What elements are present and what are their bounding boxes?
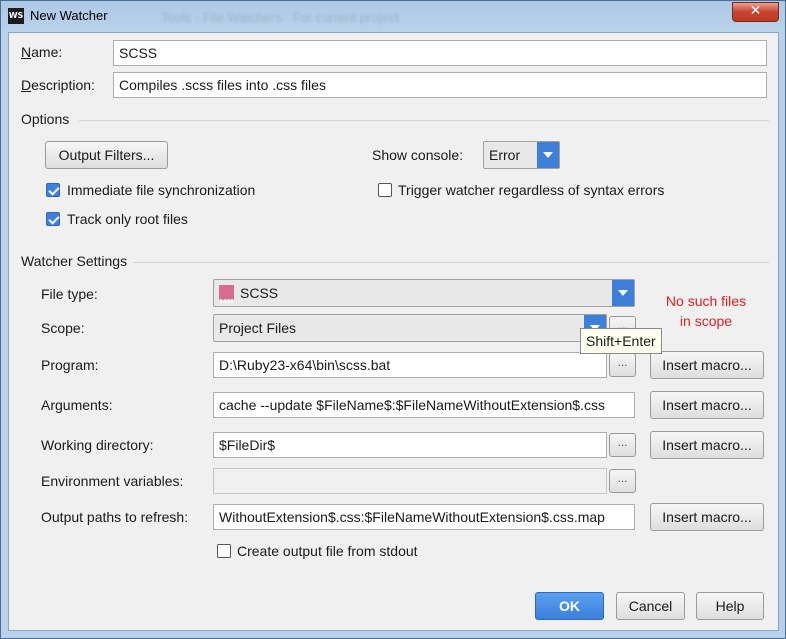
- scope-warning-line2: in scope: [679, 313, 733, 329]
- environment-variables-label: Environment variables:: [41, 473, 184, 489]
- ok-button[interactable]: OK: [535, 592, 604, 620]
- dialog-window: WS New Watcher Tools - File Watchers For…: [0, 0, 786, 639]
- description-input[interactable]: Compiles .scss files into .css files: [113, 72, 767, 98]
- working-directory-label: Working directory:: [41, 437, 154, 453]
- webstorm-app-icon: WS: [8, 8, 24, 24]
- close-button[interactable]: ✕: [732, 2, 779, 22]
- output-filters-button[interactable]: Output Filters...: [45, 141, 168, 169]
- track-root-label: Track only root files: [67, 211, 188, 227]
- scope-warning-line1: No such files: [665, 293, 747, 309]
- arguments-insert-macro-button[interactable]: Insert macro...: [650, 391, 764, 419]
- name-label: Name:: [21, 44, 63, 60]
- window-title: New Watcher: [30, 8, 108, 23]
- options-divider: [79, 120, 769, 121]
- immediate-sync-checkbox[interactable]: [46, 183, 60, 197]
- trigger-regardless-checkbox[interactable]: [378, 183, 392, 197]
- arguments-label: Arguments:: [41, 397, 113, 413]
- program-label: Program:: [41, 357, 99, 373]
- shortcut-tooltip: Shift+Enter: [580, 328, 662, 354]
- file-type-label: File type:: [41, 286, 98, 302]
- program-input[interactable]: D:\Ruby23-x64\bin\scss.bat: [213, 352, 607, 378]
- watcher-settings-divider: [129, 262, 769, 263]
- output-paths-input[interactable]: WithoutExtension$.css:$FileNameWithoutEx…: [213, 504, 635, 530]
- working-directory-insert-macro-button[interactable]: Insert macro...: [650, 431, 764, 459]
- scope-value: Project Files: [219, 320, 297, 336]
- trigger-regardless-label: Trigger watcher regardless of syntax err…: [398, 182, 665, 198]
- file-type-select[interactable]: SCSS: [213, 279, 635, 315]
- dialog-body: Name: SCSS Description: Compiles .scss f…: [8, 32, 779, 631]
- environment-variables-input[interactable]: [213, 468, 607, 494]
- options-section-title: Options: [21, 111, 76, 127]
- help-button[interactable]: Help: [696, 592, 764, 620]
- program-browse-button[interactable]: ...: [609, 353, 636, 377]
- name-input[interactable]: SCSS: [113, 40, 767, 66]
- scope-warning: No such files in scope: [649, 291, 763, 331]
- create-output-checkbox[interactable]: [217, 544, 231, 558]
- environment-variables-browse-button[interactable]: ...: [609, 469, 636, 493]
- show-console-value: Error: [489, 147, 521, 163]
- chevron-down-icon[interactable]: [612, 280, 634, 306]
- sass-file-icon: [219, 285, 234, 315]
- track-root-checkbox[interactable]: [46, 212, 60, 226]
- scope-select[interactable]: Project Files: [213, 314, 607, 342]
- arguments-input[interactable]: cache --update $FileName$:$FileNameWitho…: [213, 392, 635, 418]
- title-bar[interactable]: WS New Watcher Tools - File Watchers For…: [1, 1, 785, 33]
- cancel-button[interactable]: Cancel: [616, 592, 685, 620]
- program-insert-macro-button[interactable]: Insert macro...: [650, 351, 764, 379]
- watcher-settings-title: Watcher Settings: [21, 253, 134, 269]
- file-type-value: SCSS: [240, 285, 279, 301]
- show-console-label: Show console:: [372, 147, 464, 163]
- chevron-down-icon[interactable]: [537, 142, 559, 168]
- output-paths-label: Output paths to refresh:: [41, 509, 189, 525]
- output-paths-insert-macro-button[interactable]: Insert macro...: [650, 503, 764, 531]
- create-output-label: Create output file from stdout: [237, 543, 418, 559]
- description-label: Description:: [21, 77, 95, 93]
- background-window-title: Tools - File Watchers For current projec…: [161, 10, 399, 25]
- immediate-sync-label: Immediate file synchronization: [67, 182, 256, 198]
- working-directory-input[interactable]: $FileDir$: [213, 432, 607, 458]
- show-console-select[interactable]: Error: [483, 141, 560, 169]
- working-directory-browse-button[interactable]: ...: [609, 433, 636, 457]
- scope-label: Scope:: [41, 320, 85, 336]
